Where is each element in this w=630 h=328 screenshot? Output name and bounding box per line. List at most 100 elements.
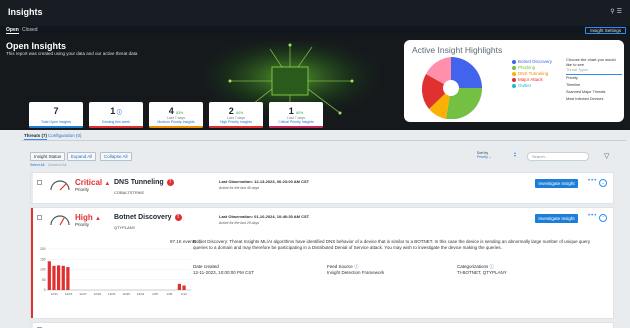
select-all-link[interactable]: Select All	[30, 163, 44, 167]
legend-label: Major Attack	[518, 77, 543, 82]
x-tick-label: 12/20	[94, 292, 102, 296]
x-tick-label: 12/17	[79, 292, 87, 296]
tab-open[interactable]: Open	[6, 27, 19, 34]
kpi-value: 4	[168, 106, 174, 116]
insight-card[interactable]	[30, 322, 614, 328]
chart-chooser: Choose the chart you would like to see T…	[566, 57, 622, 103]
insight-checkbox[interactable]	[37, 180, 42, 185]
warning-icon: ▲	[95, 216, 101, 222]
kpi-accent-bar	[29, 126, 83, 128]
insight-status-button[interactable]: Insight Status	[30, 152, 66, 161]
kpi-label: Total Open Insights	[41, 120, 71, 124]
kpi-delta: 60%	[296, 111, 304, 115]
info-icon: ⓘ	[489, 264, 495, 269]
card-accent	[31, 173, 33, 203]
insight-tag: COBALTSTRIKE	[114, 190, 145, 195]
deselect-all-link[interactable]: Deselect All	[48, 163, 66, 167]
kpi-accent-bar	[209, 126, 263, 128]
kpi-total-open[interactable]: 7 Total Open Insights	[29, 102, 83, 128]
more-options-icon[interactable]: •••	[588, 213, 597, 219]
kpi-existing-week[interactable]: 1 ⓘ Existing this week	[89, 102, 143, 128]
sort-value: Priority	[477, 155, 488, 159]
legend-label: Phishing	[518, 65, 536, 70]
date-created-label: Date created	[193, 264, 219, 269]
section-divider	[22, 140, 626, 141]
sort-by-control[interactable]: Sort by Priority ⌄	[477, 151, 492, 159]
kpi-accent-bar	[269, 126, 323, 128]
legend-dot-icon	[512, 65, 516, 70]
chooser-title: Choose the chart you would like to see	[566, 57, 616, 67]
filter-icon[interactable]: ▽	[604, 153, 609, 160]
kpi-high-priority[interactable]: 2 60% Last 7 days High Priority Insights	[209, 102, 263, 128]
chart-bar	[47, 261, 51, 290]
page-subtitle: This report was created using your data …	[6, 51, 138, 56]
chevron-down-icon: ⌄	[488, 155, 492, 159]
more-options-icon[interactable]: •••	[588, 178, 597, 184]
insight-settings-button[interactable]: Insight Settings	[585, 27, 626, 34]
active-duration: Active for the last 29 days	[219, 221, 260, 225]
insight-description: Botnet Discovery: Threat Insights ML/AI …	[193, 239, 591, 250]
insight-card[interactable]: Critical ▲ Priority DNS Tunneling! COBAL…	[30, 172, 614, 204]
header-icons[interactable]: ⚲☰	[610, 8, 624, 15]
kpi-accent-bar	[89, 126, 143, 128]
kpi-label: High Priority Insights	[219, 120, 253, 124]
chart-bar	[56, 265, 61, 290]
priority-label: Priority	[75, 187, 90, 192]
expand-all-button[interactable]: Expand All	[67, 152, 97, 161]
legend-label: Outlier	[518, 83, 532, 88]
threat-type-pie-chart[interactable]	[420, 57, 482, 119]
tab-closed[interactable]: Closed	[22, 27, 38, 33]
kpi-value: 2	[228, 106, 234, 116]
search-input[interactable]: Search...	[527, 152, 589, 161]
chooser-option-scanned-threats[interactable]: Scanned Major Threats	[566, 89, 622, 96]
x-tick-label: 12/21	[108, 292, 116, 296]
investigate-insight-button[interactable]: Investigate Insight	[535, 214, 578, 223]
info-icon: ⓘ	[354, 264, 359, 269]
x-tick-label: 1/10	[181, 292, 187, 296]
insight-tag: QTYPLANY	[114, 225, 136, 230]
menu-icon[interactable]: ☰	[617, 9, 624, 15]
feed-source-value: Insight Detection Framework	[327, 270, 385, 275]
kpi-label: Medium Priority Insights	[157, 120, 195, 124]
chooser-select[interactable]: Threat Types	[566, 67, 622, 75]
y-tick-label: 200	[40, 247, 46, 251]
collapse-all-button[interactable]: Collapse All	[100, 152, 132, 161]
events-bar-chart: 200 150 100 50 0 12/11 12/16 12/17 12/20 12/21 12/…	[40, 247, 191, 296]
insight-title[interactable]: DNS Tunneling!	[114, 179, 174, 186]
kpi-value: 7	[53, 106, 59, 116]
chart-bar	[52, 265, 56, 290]
kpi-medium-priority[interactable]: 4 83% Last 7 days Medium Priority Insigh…	[149, 102, 203, 128]
y-tick-label: 50	[42, 278, 46, 282]
warning-icon: ▲	[104, 181, 111, 187]
chooser-option-priority[interactable]: Priority	[566, 75, 622, 82]
legend-dot-icon	[512, 71, 516, 76]
investigate-insight-button[interactable]: Investigate Insight	[535, 179, 578, 188]
tab-configuration[interactable]: Configuration (0)	[48, 133, 82, 138]
x-tick-label: 12/11	[51, 292, 59, 296]
chevron-up-icon[interactable]: ⌃	[599, 214, 607, 222]
chooser-option-timeline[interactable]: Timeline	[566, 82, 622, 89]
insight-title[interactable]: Botnet Discovery!	[114, 214, 182, 221]
chooser-option-infected-devices[interactable]: Most Infected Devices	[566, 96, 622, 103]
legend-item[interactable]: Outlier	[512, 83, 552, 89]
x-tick-label: 12/16	[65, 292, 73, 296]
alert-badge-icon: !	[166, 179, 174, 186]
priority-gauge-icon	[50, 180, 70, 191]
x-tick-label: 1/05	[152, 292, 158, 296]
priority-gauge-icon	[50, 215, 70, 226]
y-tick-label: 100	[40, 268, 46, 272]
chart-bar	[177, 283, 182, 290]
chart-bar	[61, 265, 65, 290]
card-accent	[31, 208, 33, 318]
chevron-down-icon[interactable]: ⌄	[599, 179, 607, 187]
insight-card-expanded[interactable]: High ▲ Priority Botnet Discovery! QTYPLA…	[30, 207, 614, 319]
pie-center	[443, 80, 459, 96]
kpi-value: 1	[288, 106, 294, 116]
sort-direction-icon[interactable]: ▴ ▾	[514, 151, 516, 158]
highlights-title: Active Insight Highlights	[412, 45, 503, 55]
info-icon: ⓘ	[115, 110, 122, 116]
insight-checkbox[interactable]	[37, 215, 42, 220]
priority-label: Priority	[75, 222, 90, 227]
kpi-critical-priority[interactable]: 1 60% Last 7 days Critical Priority Insi…	[269, 102, 323, 128]
tab-threats[interactable]: Threats (7)	[24, 133, 48, 140]
